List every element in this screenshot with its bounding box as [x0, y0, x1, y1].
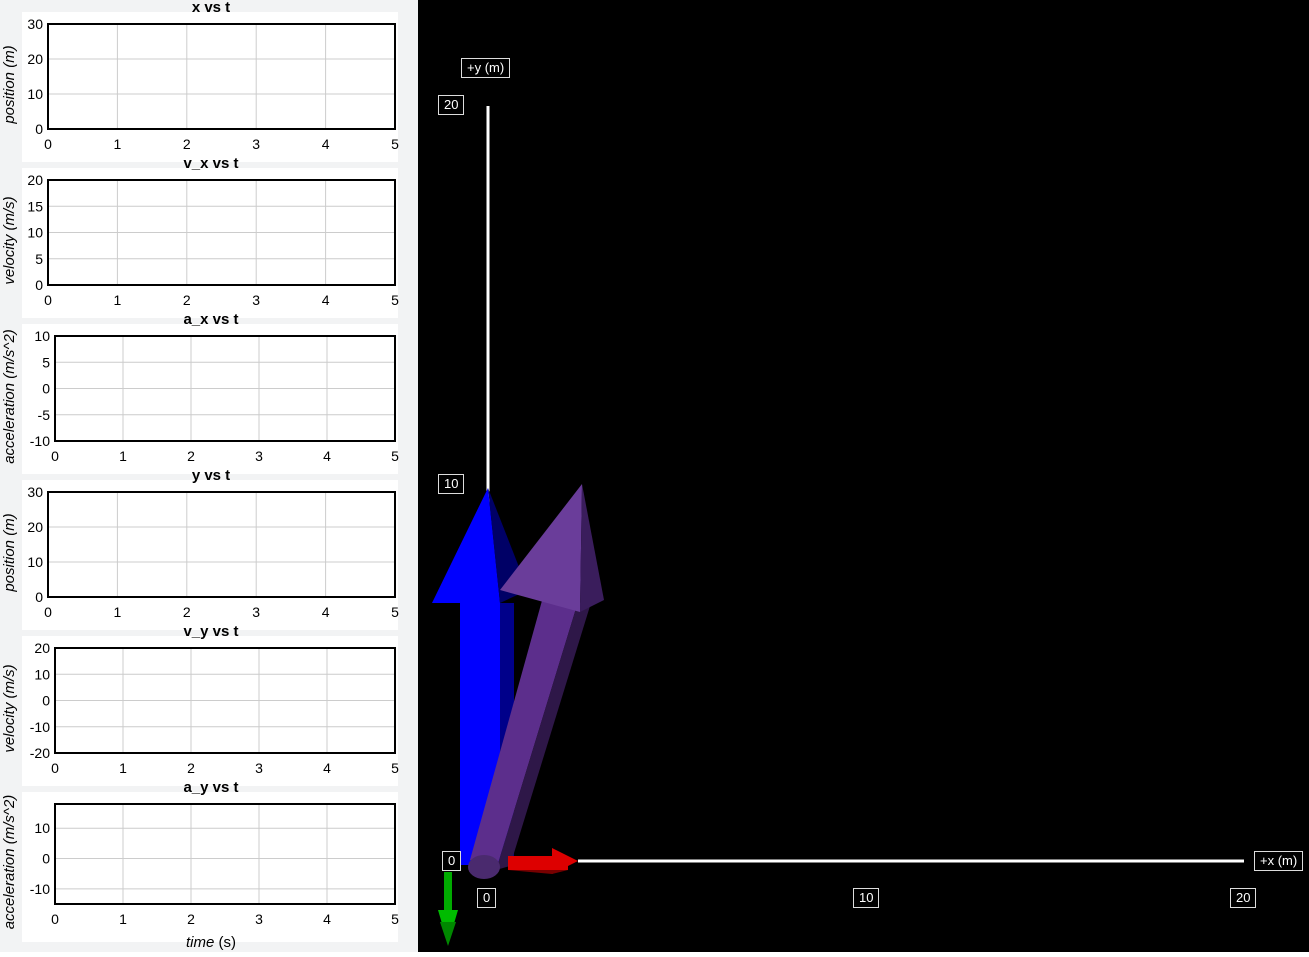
graphs-svg: 0 1 2 3 4 53020100x vs tposition (m)0 1 2 3 4 5201… [1, 0, 399, 951]
x-tick-label: 4 [323, 448, 331, 464]
graph-title: x vs t [192, 0, 230, 16]
x-tick-label: 2 [183, 136, 191, 152]
x-tick-label: 3 [255, 760, 263, 776]
x-tick-20: 20 [1230, 888, 1257, 908]
graphs-panel: 0 1 2 3 4 5 30 20 10 0 x vs t position (m) 0 1 2 3 4 5 20 1… [0, 0, 418, 952]
y-tick-0: 0 [442, 851, 462, 871]
x-tick-label: 4 [322, 604, 330, 620]
y-axis-label: acceleration (m/s^2) [1, 795, 18, 930]
x-axis-label: +x (m) [1254, 851, 1304, 871]
x-tick-label: 2 [187, 760, 195, 776]
x-tick-label: 3 [252, 136, 260, 152]
y-tick-label: -10 [30, 881, 50, 897]
x-tick-label: 2 [183, 292, 191, 308]
y-tick-label: 20 [27, 519, 43, 535]
x-tick-label: 5 [391, 604, 399, 620]
y-tick-label: 0 [35, 589, 43, 605]
plot-area [48, 24, 395, 129]
x-tick-label: 5 [391, 136, 399, 152]
y-tick-label: 20 [27, 51, 43, 67]
y-tick-label: 10 [27, 554, 43, 570]
x-tick-label: 4 [322, 292, 330, 308]
y-axis-label: velocity (m/s) [1, 196, 18, 284]
y-tick-label: 10 [34, 328, 50, 344]
y-tick-label: 5 [42, 354, 50, 370]
y-tick-10: 10 [438, 474, 465, 494]
y-tick-label: 10 [27, 225, 43, 241]
plot-area [48, 492, 395, 597]
y-tick-label: -20 [30, 745, 50, 761]
x-tick-label: 1 [114, 136, 122, 152]
y-tick-label: 30 [27, 16, 43, 32]
x-tick-label: 1 [119, 911, 127, 927]
x-tick-label: 2 [187, 911, 195, 927]
x-tick-label: 0 [51, 448, 59, 464]
x-tick-10: 10 [853, 888, 880, 908]
graph-title: a_x vs t [183, 311, 238, 328]
y-axis-label: position (m) [1, 45, 18, 124]
y-tick-label: -5 [38, 407, 51, 423]
x-tick-0: 0 [477, 888, 497, 908]
x-tick-label: 2 [187, 448, 195, 464]
x-tick-label: 1 [119, 760, 127, 776]
x-velocity-arrow [508, 848, 578, 874]
x-tick-label: 3 [255, 448, 263, 464]
graph-title: y vs t [192, 467, 230, 484]
x-axis-title: time (s) [186, 934, 236, 951]
x-tick-label: 3 [255, 911, 263, 927]
graph-title: a_y vs t [183, 779, 238, 796]
y-tick-label: 0 [42, 693, 50, 709]
y-tick-label: 5 [35, 251, 43, 267]
x-tick-label: 1 [114, 292, 122, 308]
x-tick-label: 4 [323, 760, 331, 776]
y-tick-label: 30 [27, 484, 43, 500]
y-tick-label: 20 [34, 640, 50, 656]
y-tick-label: 10 [27, 86, 43, 102]
y-tick-label: -10 [30, 433, 50, 449]
y-tick-label: 0 [42, 381, 50, 397]
x-tick-label: 0 [44, 292, 52, 308]
y-axis-label: velocity (m/s) [1, 664, 18, 752]
y-axis-label: position (m) [1, 513, 18, 592]
x-tick-label: 5 [391, 292, 399, 308]
y-tick-label: 10 [34, 666, 50, 682]
y-tick-20: 20 [438, 95, 465, 115]
y-tick-label: -10 [30, 719, 50, 735]
x-tick-label: 5 [391, 448, 399, 464]
x-tick-label: 1 [114, 604, 122, 620]
graph-title: v_y vs t [183, 623, 238, 640]
x-tick-label: 5 [391, 911, 399, 927]
y-tick-label: 15 [27, 198, 43, 214]
x-tick-label: 3 [252, 604, 260, 620]
x-tick-label: 0 [44, 136, 52, 152]
x-tick-label: 5 [391, 760, 399, 776]
y-axis-label: +y (m) [461, 58, 511, 78]
y-tick-label: 0 [35, 277, 43, 293]
x-tick-label: 0 [51, 760, 59, 776]
y-axis-label: acceleration (m/s^2) [1, 329, 18, 464]
x-tick-label: 0 [44, 604, 52, 620]
x-tick-label: 2 [183, 604, 191, 620]
y-tick-label: 0 [42, 851, 50, 867]
graph-title: v_x vs t [183, 155, 238, 172]
scene-svg [432, 106, 1244, 946]
y-tick-label: 0 [35, 121, 43, 137]
x-tick-label: 3 [252, 292, 260, 308]
x-tick-label: 0 [51, 911, 59, 927]
y-tick-label: 20 [27, 172, 43, 188]
y-tick-label: 10 [34, 820, 50, 836]
x-tick-label: 4 [323, 911, 331, 927]
acceleration-arrow [438, 872, 458, 946]
x-tick-label: 4 [322, 136, 330, 152]
x-tick-label: 1 [119, 448, 127, 464]
simulation-canvas[interactable]: +y (m) +x (m) 20 10 0 0 10 20 [418, 0, 1309, 952]
